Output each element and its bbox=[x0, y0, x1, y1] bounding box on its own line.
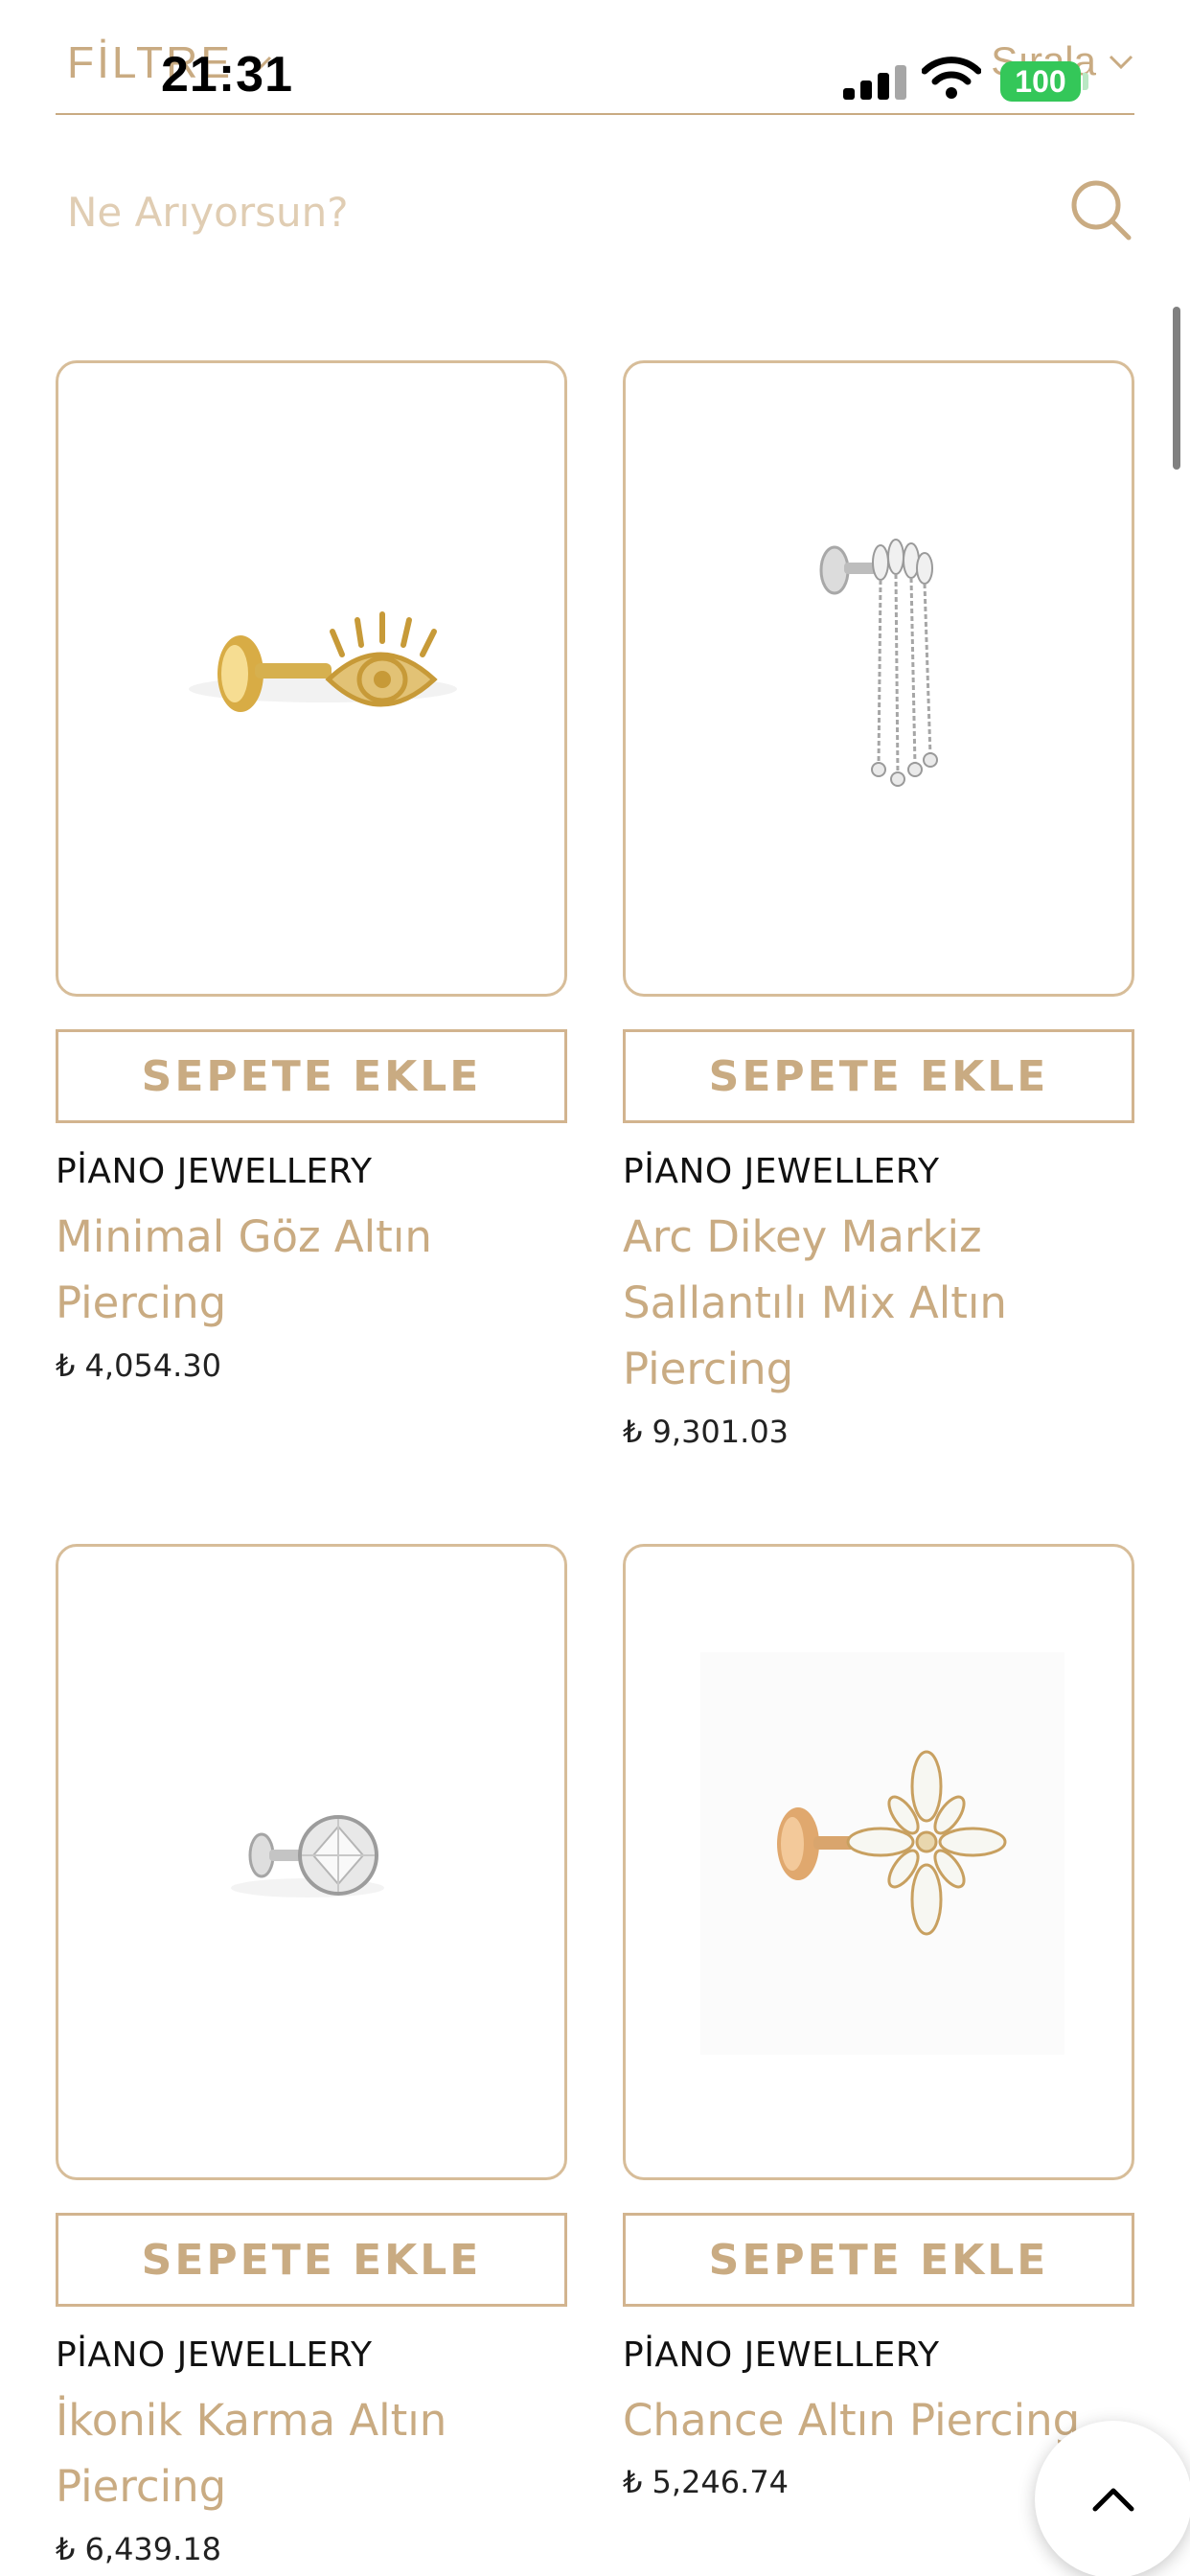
wifi-icon bbox=[922, 57, 981, 99]
product-name[interactable]: Arc Dikey Markiz Sallantılı Mix Altın Pi… bbox=[623, 1204, 1134, 1402]
add-to-cart-button[interactable]: SEPETE EKLE bbox=[56, 1029, 567, 1123]
battery-indicator: 100 bbox=[1000, 61, 1081, 102]
add-to-cart-button[interactable]: SEPETE EKLE bbox=[623, 1029, 1134, 1123]
cellular-signal-icon bbox=[843, 63, 906, 100]
product-price: ₺ 4,054.30 bbox=[56, 1347, 222, 1384]
product-name[interactable]: Minimal Göz Altın Piercing bbox=[56, 1204, 567, 1336]
search-input[interactable] bbox=[67, 178, 1025, 245]
product-price: ₺ 6,439.18 bbox=[56, 2531, 222, 2567]
chevron-down-icon bbox=[1109, 55, 1133, 70]
scrollbar-thumb[interactable] bbox=[1173, 307, 1180, 470]
product-image[interactable] bbox=[56, 1544, 567, 2180]
search-icon[interactable] bbox=[1067, 176, 1134, 243]
product-card[interactable]: SEPETE EKLE PİANO JEWELLERY Chance Altın… bbox=[623, 1544, 1134, 2576]
silver-stone-stud-piercing-image bbox=[231, 1815, 384, 1898]
product-name[interactable]: İkonik Karma Altın Piercing bbox=[56, 2387, 567, 2519]
product-brand: PİANO JEWELLERY bbox=[56, 2335, 373, 2375]
add-to-cart-button[interactable]: SEPETE EKLE bbox=[623, 2213, 1134, 2307]
product-card[interactable]: SEPETE EKLE PİANO JEWELLERY Minimal Göz … bbox=[56, 360, 567, 1414]
product-brand: PİANO JEWELLERY bbox=[623, 1152, 940, 1191]
silver-chain-dangle-piercing-image bbox=[819, 539, 938, 787]
chevron-up-icon bbox=[1092, 2488, 1134, 2512]
search-bar bbox=[56, 163, 1134, 259]
product-price: ₺ 5,246.74 bbox=[623, 2464, 790, 2500]
battery-tip bbox=[1083, 73, 1088, 90]
scroll-to-top-button[interactable] bbox=[1035, 2421, 1190, 2576]
product-brand: PİANO JEWELLERY bbox=[623, 2335, 940, 2375]
product-card[interactable]: SEPETE EKLE PİANO JEWELLERY Arc Dikey Ma… bbox=[623, 360, 1134, 1462]
product-image[interactable] bbox=[56, 360, 567, 997]
status-time: 21:31 bbox=[161, 47, 293, 103]
product-image[interactable] bbox=[623, 360, 1134, 997]
product-listing-page: 21:31 100 FİLTRE Sırala bbox=[0, 0, 1190, 2576]
product-brand: PİANO JEWELLERY bbox=[56, 1152, 373, 1191]
add-to-cart-button[interactable]: SEPETE EKLE bbox=[56, 2213, 567, 2307]
gold-eye-piercing-image bbox=[189, 611, 457, 712]
product-image[interactable] bbox=[623, 1544, 1134, 2180]
gold-flower-marquise-piercing-image bbox=[700, 1652, 1064, 2055]
product-price: ₺ 9,301.03 bbox=[623, 1414, 790, 1450]
product-card[interactable]: SEPETE EKLE PİANO JEWELLERY İkonik Karma… bbox=[56, 1544, 567, 2576]
